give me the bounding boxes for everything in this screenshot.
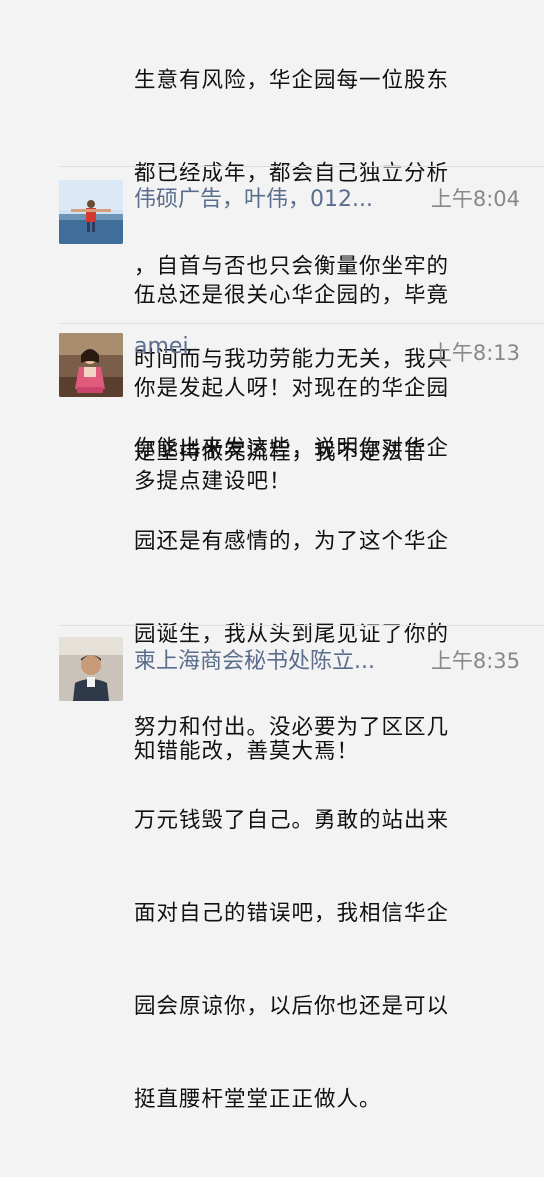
avatar[interactable] [59,637,123,701]
avatar-image [59,333,123,397]
avatar[interactable] [59,180,123,244]
message-time: 上午8:35 [430,649,520,673]
message-time: 上午8:13 [430,341,520,365]
message-text: 知错能改，善莫大焉！ [134,674,518,829]
message-line: 园还是有感情的，为了这个华企 [134,529,450,554]
sender-name[interactable]: 柬上海商会秘书处陈立... [134,643,424,675]
message-divider [59,166,544,167]
message-divider [59,625,544,626]
message-line: 知错能改，善莫大焉！ [134,739,360,764]
message-line: 生意有风险，华企园每一位股东 [134,68,450,93]
sender-name[interactable]: amei [134,334,424,359]
avatar-image [59,180,123,244]
message-line: 挺直腰杆堂堂正正做人。 [134,1087,382,1112]
chat-history-view: 生意有风险，华企园每一位股东 都已经成年，都会自己独立分析 ，自首与否也只会衡量… [0,0,544,1112]
message-line: 园会原谅你，以后你也还是可以 [134,994,450,1019]
message-line: 你能出来发这些，说明你对华企 [134,436,450,461]
avatar[interactable] [59,333,123,397]
message-line: 面对自己的错误吧，我相信华企 [134,901,450,926]
message-time: 上午8:04 [430,187,520,211]
message-line: 伍总还是很关心华企园的，毕竟 [134,283,450,308]
message-divider [59,323,544,324]
avatar-image [59,637,123,701]
sender-name[interactable]: 伟硕广告，叶伟，012... [134,181,424,213]
